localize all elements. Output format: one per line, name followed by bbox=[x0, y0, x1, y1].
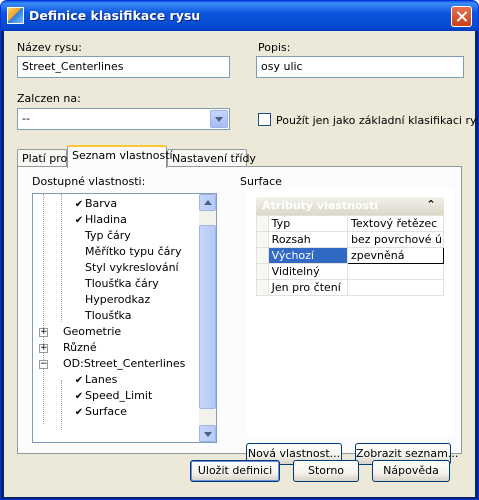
tab-class-settings[interactable]: Nastavení třídy bbox=[167, 149, 256, 167]
tree-item[interactable]: ✔ Hladina bbox=[73, 212, 127, 228]
tree-group-label: Geometrie bbox=[63, 325, 122, 338]
tree-scrollbar[interactable] bbox=[199, 194, 216, 442]
attributes-table: Typ Textový řetězec Rozsah bez povrchové… bbox=[256, 215, 444, 296]
window-title: Definice klasifikace rysu bbox=[29, 8, 201, 23]
name-field[interactable]: Street_Centerlines bbox=[17, 56, 230, 78]
tab-property-list[interactable]: Seznam vlastností bbox=[67, 145, 173, 168]
tree-group-label: OD:Street_Centerlines bbox=[63, 357, 186, 370]
tab-applies-to-label: Platí pro bbox=[22, 152, 68, 165]
tree-item-label: Speed_Limit bbox=[85, 389, 153, 402]
dialog-client: Název rysu: Street_Centerlines Popis: os… bbox=[4, 31, 478, 497]
name-label: Název rysu: bbox=[17, 41, 82, 54]
tree-item-label: Typ čáry bbox=[85, 229, 131, 242]
save-definition-button[interactable]: Uložit definici bbox=[190, 460, 280, 482]
dropdown-arrow-icon[interactable] bbox=[210, 110, 228, 128]
tree-item-label: Hyperodkaz bbox=[85, 293, 151, 306]
attribute-row[interactable]: Jen pro čtení bbox=[256, 279, 444, 296]
attribute-value[interactable]: bez povrchové úp... bbox=[347, 231, 444, 248]
tree-group-label: Různé bbox=[63, 341, 97, 354]
checkmark-icon: ✔ bbox=[74, 375, 84, 386]
tree-item[interactable]: Tloušťka bbox=[73, 308, 131, 324]
attribute-row[interactable]: Typ Textový řetězec bbox=[256, 215, 444, 232]
tree-group[interactable]: OD:Street_Centerlines bbox=[63, 356, 185, 372]
attribute-row-selected[interactable]: Výchozí zpevněná bbox=[256, 247, 444, 264]
tree-item[interactable]: ✔ Lanes bbox=[73, 372, 118, 388]
tree-item[interactable]: Typ čáry bbox=[73, 228, 131, 244]
tree-item[interactable]: Hyperodkaz bbox=[73, 292, 150, 308]
tab-property-list-label: Seznam vlastností bbox=[72, 149, 173, 162]
tree-item-selected[interactable]: ✔ Surface bbox=[73, 404, 127, 420]
tree-item-label: Hladina bbox=[85, 213, 127, 226]
tree-item[interactable]: ✔ Speed_Limit bbox=[73, 388, 152, 404]
collapse-minus-icon[interactable]: − bbox=[39, 360, 48, 369]
tab-applies-to[interactable]: Platí pro bbox=[17, 149, 67, 167]
app-icon bbox=[7, 7, 24, 24]
checkmark-icon: ✔ bbox=[74, 215, 84, 226]
attribute-row[interactable]: Rozsah bez povrchové úp... bbox=[256, 231, 444, 248]
tree-item[interactable]: Styl vykreslování bbox=[73, 260, 179, 276]
expand-plus-icon[interactable]: + bbox=[39, 328, 48, 337]
base-only-checkbox[interactable] bbox=[258, 113, 271, 126]
tree-line bbox=[61, 380, 62, 430]
attribute-value[interactable] bbox=[347, 279, 444, 296]
attributes-header: Atributy vlastností ⌃ bbox=[256, 197, 444, 215]
scroll-thumb[interactable] bbox=[199, 225, 216, 409]
selected-property-label: Surface bbox=[240, 175, 282, 188]
tree-item[interactable]: ✔ Barva bbox=[73, 196, 117, 212]
scroll-up-icon[interactable] bbox=[199, 194, 216, 211]
attribute-row[interactable]: Viditelný bbox=[256, 263, 444, 280]
property-tree[interactable]: ✔ Barva ✔ Hladina Typ čáry Měřítko typu čá… bbox=[32, 193, 217, 443]
tree-group[interactable]: Různé bbox=[63, 340, 97, 356]
tree-item-label: Surface bbox=[85, 405, 127, 418]
tree-item-label: Lanes bbox=[85, 373, 118, 386]
tree-item-label: Styl vykreslování bbox=[85, 261, 179, 274]
scroll-down-icon[interactable] bbox=[199, 425, 216, 442]
description-field[interactable]: osy ulic bbox=[256, 56, 464, 78]
link-select-value: -- bbox=[22, 112, 30, 125]
description-label: Popis: bbox=[258, 41, 291, 54]
tree-item-label: Měřítko typu čáry bbox=[85, 245, 182, 258]
property-attributes-panel: Atributy vlastností ⌃ Typ Textový řetěze… bbox=[246, 189, 454, 435]
tab-panel-property-list: Dostupné vlastnosti: ✔ Barva ✔ Hladina Typ… bbox=[17, 166, 462, 465]
attribute-name: Výchozí bbox=[267, 247, 349, 264]
attribute-value[interactable] bbox=[347, 263, 444, 280]
tree-label: Dostupné vlastnosti: bbox=[32, 175, 146, 188]
dialog-window: Definice klasifikace rysu Název rysu: St… bbox=[0, 0, 479, 500]
attribute-value[interactable]: Textový řetězec bbox=[347, 215, 444, 232]
tree-group[interactable]: Geometrie bbox=[63, 324, 121, 340]
attribute-name: Jen pro čtení bbox=[267, 279, 349, 296]
tree-item-label: Tloušťka čáry bbox=[85, 277, 159, 290]
checkmark-icon: ✔ bbox=[74, 199, 84, 210]
tree-line bbox=[61, 194, 62, 322]
tree-item[interactable]: Tloušťka čáry bbox=[73, 276, 159, 292]
help-button[interactable]: Nápověda bbox=[372, 460, 450, 482]
attribute-name: Viditelný bbox=[267, 263, 349, 280]
title-bar[interactable]: Definice klasifikace rysu bbox=[1, 1, 478, 31]
attributes-header-label: Atributy vlastností bbox=[262, 199, 379, 212]
tab-class-settings-label: Nastavení třídy bbox=[172, 152, 256, 165]
tree-item-label: Barva bbox=[85, 197, 118, 210]
base-only-label: Použít jen jako základní klasifikaci rys… bbox=[276, 114, 479, 127]
checkmark-icon: ✔ bbox=[74, 407, 84, 418]
tree-item-label: Tloušťka bbox=[85, 309, 132, 322]
checkmark-icon: ✔ bbox=[74, 391, 84, 402]
attribute-name: Typ bbox=[267, 215, 349, 232]
collapse-chevron-icon[interactable]: ⌃ bbox=[424, 198, 438, 212]
close-button[interactable] bbox=[451, 6, 472, 27]
tree-line bbox=[43, 194, 44, 424]
expand-plus-icon[interactable]: + bbox=[39, 344, 48, 353]
tree-item[interactable]: Měřítko typu čáry bbox=[73, 244, 181, 260]
attribute-name: Rozsah bbox=[267, 231, 349, 248]
link-select[interactable]: -- bbox=[17, 108, 230, 130]
attribute-value-input[interactable]: zpevněná bbox=[347, 247, 444, 264]
link-label: Zalczen na: bbox=[17, 92, 81, 105]
cancel-button[interactable]: Storno bbox=[293, 460, 359, 482]
